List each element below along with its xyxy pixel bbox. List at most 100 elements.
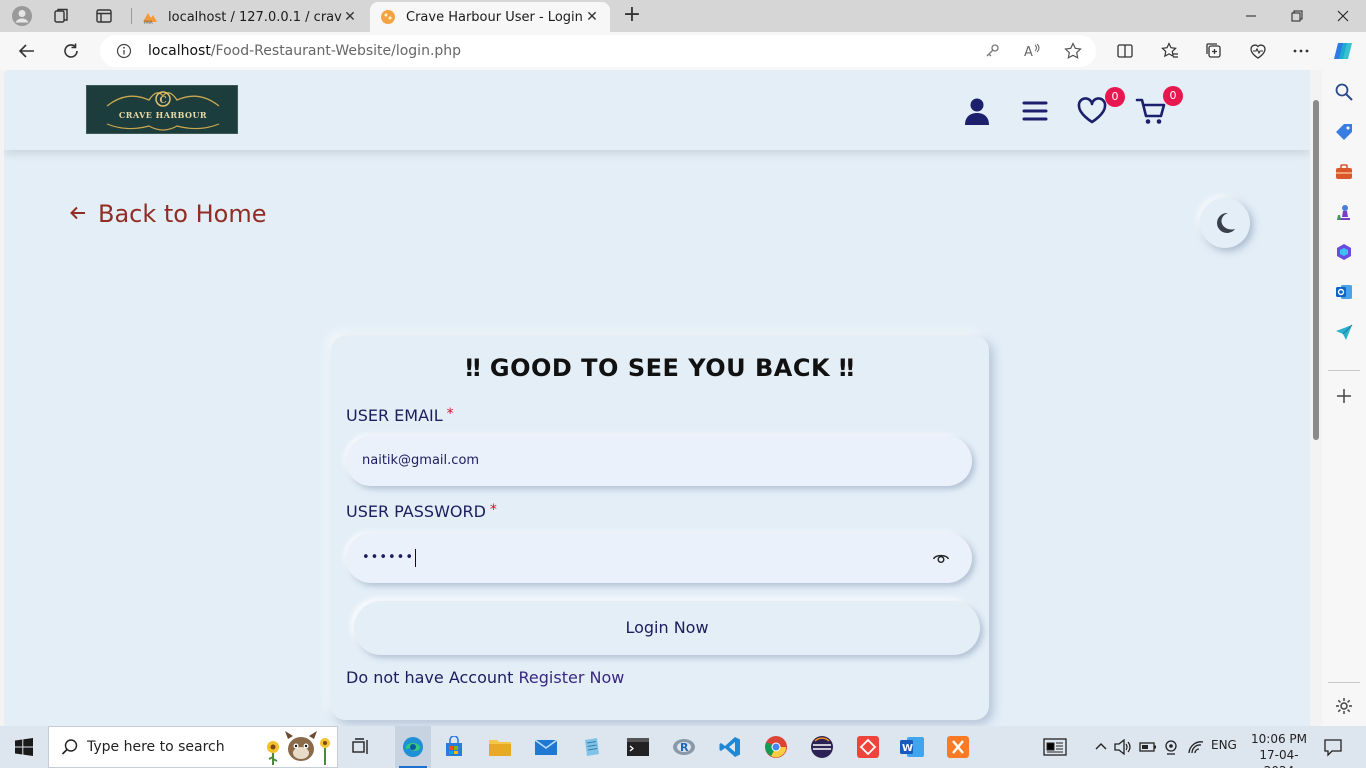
new-tab-button[interactable]: +: [620, 4, 644, 28]
webcam-icon[interactable]: [1158, 734, 1184, 760]
windows-logo-icon: [15, 738, 33, 756]
search-icon[interactable]: [1334, 82, 1354, 102]
taskbar-edge-icon[interactable]: [395, 726, 431, 768]
sidebar-divider: [1328, 370, 1360, 371]
text-caret: [415, 548, 417, 567]
browser-toolbar: localhost/Food-Restaurant-Website/login.…: [0, 32, 1366, 70]
address-bar[interactable]: localhost/Food-Restaurant-Website/login.…: [100, 35, 1096, 67]
search-placeholder: Type here to search: [87, 739, 225, 755]
word-icon[interactable]: W: [899, 734, 925, 760]
wishlist-heart-icon[interactable]: [1075, 94, 1109, 128]
url-text: localhost/Food-Restaurant-Website/login.…: [148, 43, 462, 59]
notifications-icon[interactable]: [1320, 734, 1346, 760]
back-arrow-icon[interactable]: [14, 39, 40, 63]
password-field[interactable]: ••••••: [346, 533, 972, 583]
file-explorer-icon[interactable]: [487, 734, 513, 760]
wifi-icon[interactable]: [1183, 734, 1209, 760]
back-to-home-link[interactable]: Back to Home: [70, 200, 267, 228]
user-account-icon[interactable]: [960, 94, 994, 128]
search-highlight-illustration-icon: [267, 731, 330, 765]
left-arrow-icon: [70, 202, 86, 226]
browser-tab-strip: PMA localhost / 127.0.0.1 / crave | php …: [0, 0, 1366, 32]
tab-actions-icon[interactable]: [90, 4, 118, 28]
site-header: C CRAVE HARBOUR 0 0: [4, 70, 1310, 150]
logo-text: CRAVE HARBOUR: [118, 110, 208, 120]
split-screen-icon[interactable]: [1112, 39, 1138, 63]
close-window-button[interactable]: [1320, 0, 1366, 32]
menu-hamburger-icon[interactable]: [1018, 94, 1052, 128]
chrome-icon[interactable]: [763, 734, 789, 760]
login-form-card: ‼ GOOD TO SEE YOU BACK ‼ USER EMAIL * nai…: [331, 336, 989, 720]
password-label: USER PASSWORD *: [346, 502, 497, 521]
restore-button[interactable]: [1274, 0, 1320, 32]
news-widget-icon[interactable]: [1042, 734, 1068, 760]
copilot-icon[interactable]: [1330, 39, 1356, 63]
tab-login-page[interactable]: Crave Harbour User - Login page ✕: [370, 2, 610, 32]
password-key-icon[interactable]: [984, 43, 1000, 59]
register-now-link[interactable]: Register Now: [519, 668, 625, 687]
page-scrollbar[interactable]: [1310, 70, 1322, 726]
tab-phpmyadmin[interactable]: PMA localhost / 127.0.0.1 / crave | php …: [132, 2, 368, 32]
profile-icon[interactable]: [8, 4, 36, 28]
favorite-star-icon[interactable]: [1064, 42, 1082, 60]
wishlist-count-badge: 0: [1105, 87, 1125, 107]
favorites-icon[interactable]: [1157, 39, 1183, 63]
scrollbar-thumb[interactable]: [1313, 100, 1319, 440]
task-view-icon[interactable]: [347, 734, 373, 760]
microsoft-365-icon[interactable]: [1334, 242, 1354, 262]
language-indicator[interactable]: ENG: [1211, 738, 1237, 752]
vs-code-icon[interactable]: [717, 734, 743, 760]
microsoft-store-icon[interactable]: [441, 734, 467, 760]
eclipse-icon[interactable]: [809, 734, 835, 760]
svg-text:R: R: [680, 741, 689, 754]
drop-send-icon[interactable]: [1334, 322, 1354, 342]
shopping-tag-icon[interactable]: [1334, 122, 1354, 142]
register-prompt-text: Do not have Account: [346, 668, 514, 687]
more-options-icon[interactable]: [1288, 39, 1314, 63]
anydesk-icon[interactable]: [855, 734, 881, 760]
collections-icon[interactable]: [1201, 39, 1227, 63]
sidebar-divider: [1328, 682, 1360, 683]
login-now-button[interactable]: Login Now: [354, 601, 980, 655]
close-tab-icon[interactable]: ✕: [342, 9, 358, 25]
browser-essentials-icon[interactable]: [1245, 39, 1271, 63]
tab-title: Crave Harbour User - Login page: [406, 9, 584, 25]
volume-icon[interactable]: [1110, 734, 1136, 760]
password-mask: ••••••: [362, 550, 415, 565]
site-info-icon[interactable]: [116, 43, 132, 59]
taskbar-clock[interactable]: 10:06 PM 17-04-2024: [1245, 731, 1313, 768]
password-label-text: USER PASSWORD: [346, 502, 486, 521]
email-label-text: USER EMAIL: [346, 406, 443, 425]
show-password-eye-icon[interactable]: [932, 549, 950, 567]
refresh-icon[interactable]: [58, 39, 84, 63]
tools-briefcase-icon[interactable]: [1334, 162, 1354, 182]
clock-date: 17-04-2024: [1259, 748, 1299, 768]
add-app-icon[interactable]: [1334, 386, 1354, 406]
register-prompt: Do not have Account Register Now: [346, 668, 624, 687]
xampp-icon[interactable]: [945, 734, 971, 760]
workspaces-icon[interactable]: [48, 4, 76, 28]
read-aloud-icon[interactable]: A: [1024, 43, 1042, 59]
minimize-button[interactable]: [1228, 0, 1274, 32]
crave-harbour-logo[interactable]: C CRAVE HARBOUR: [86, 85, 238, 134]
settings-gear-icon[interactable]: [1334, 696, 1354, 716]
games-chess-icon[interactable]: [1334, 202, 1354, 222]
outlook-icon[interactable]: [1334, 282, 1354, 302]
start-button[interactable]: [0, 726, 48, 768]
dark-mode-toggle[interactable]: [1200, 198, 1250, 248]
svg-text:PMA: PMA: [144, 20, 153, 25]
notepad-app-icon[interactable]: [579, 734, 605, 760]
r-studio-icon[interactable]: R: [671, 734, 697, 760]
close-tab-icon[interactable]: ✕: [584, 9, 600, 25]
phpmyadmin-icon: PMA: [143, 13, 157, 25]
form-title: ‼ GOOD TO SEE YOU BACK ‼: [465, 354, 855, 382]
taskbar-search-box[interactable]: Type here to search: [48, 726, 338, 768]
moon-icon: [1217, 212, 1235, 233]
mail-icon[interactable]: [533, 734, 559, 760]
terminal-icon[interactable]: [625, 734, 651, 760]
svg-text:A: A: [1024, 45, 1033, 59]
edge-sidebar: [1322, 70, 1366, 726]
email-field[interactable]: naitik@gmail.com: [346, 436, 972, 486]
back-link-label: Back to Home: [98, 200, 267, 228]
site-favicon-icon: [381, 10, 395, 24]
